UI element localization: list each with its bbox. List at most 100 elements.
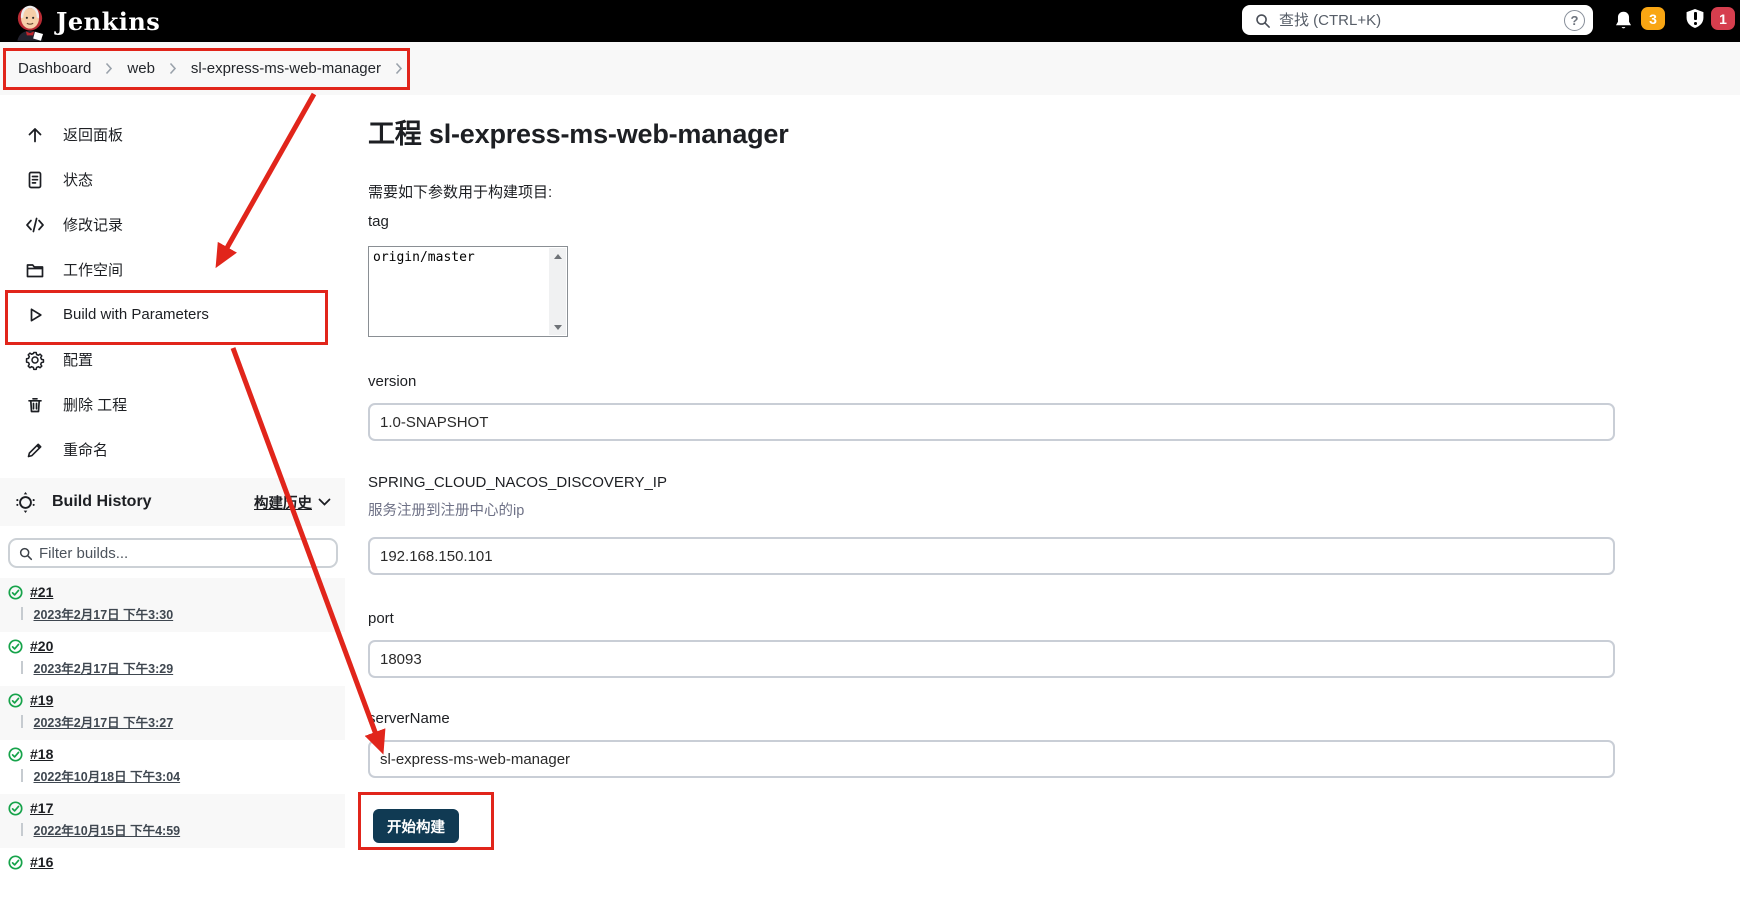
build-success-icon: [8, 746, 23, 762]
tree-connector: [21, 715, 23, 728]
sidebar-item-label: 重命名: [63, 442, 109, 459]
sidebar-item-label: 修改记录: [63, 217, 124, 234]
start-build-button[interactable]: 开始构建: [373, 809, 459, 843]
sidebar-item-label: 配置: [63, 352, 94, 369]
build-date-link[interactable]: 2023年2月17日 下午3:30: [34, 604, 174, 623]
build-success-icon: [8, 692, 23, 708]
breadcrumb-separator-icon: [169, 62, 177, 75]
security-count-badge[interactable]: 1: [1711, 7, 1735, 30]
build-date-link[interactable]: 2023年2月17日 下午3:27: [34, 712, 174, 731]
sidebar-item-label: 状态: [63, 172, 94, 189]
jenkins-butler-logo-icon: [12, 1, 48, 41]
breadcrumb: Dashboard web sl-express-ms-web-manager: [0, 42, 1740, 95]
build-filter: [8, 538, 338, 568]
build-history-link[interactable]: 构建历史: [254, 492, 331, 513]
search-icon: [1254, 12, 1271, 29]
sidebar-item-configure[interactable]: 配置: [0, 337, 345, 382]
version-input[interactable]: [368, 403, 1615, 441]
changes-icon: [24, 214, 46, 236]
sidebar-item-workspace[interactable]: 工作空间: [0, 247, 345, 292]
brand-wordmark: Jenkins: [56, 6, 161, 36]
breadcrumb-separator-icon: [105, 62, 113, 75]
breadcrumb-job[interactable]: sl-express-ms-web-manager: [191, 60, 381, 77]
build-date-link[interactable]: 2022年10月15日 下午4:59: [34, 820, 181, 839]
tag-listbox[interactable]: origin/master: [368, 246, 568, 337]
sidebar-item-changes[interactable]: 修改记录: [0, 202, 345, 247]
sidebar-item-delete-project[interactable]: 删除 工程: [0, 382, 345, 427]
tag-selected-value[interactable]: origin/master: [373, 250, 475, 265]
build-row: #18 2022年10月18日 下午3:04: [0, 740, 345, 794]
arrow-up-icon: [24, 124, 46, 146]
build-date-link[interactable]: 2023年2月17日 下午3:29: [34, 658, 174, 677]
global-search: ?: [1242, 5, 1593, 35]
search-input[interactable]: [1279, 11, 1564, 29]
sidebar-item-build-with-parameters[interactable]: Build with Parameters: [0, 292, 345, 337]
listbox-scrollbar[interactable]: [549, 248, 566, 335]
build-row: #16: [0, 848, 345, 902]
help-icon[interactable]: ?: [1564, 9, 1585, 31]
build-row: #21 2023年2月17日 下午3:30: [0, 578, 345, 632]
build-number-link[interactable]: #18: [30, 746, 53, 762]
trash-icon: [24, 394, 46, 416]
workspace-folder-icon: [24, 259, 46, 281]
build-history-list: #21 2023年2月17日 下午3:30 #20 2023年2月17日 下午3…: [0, 578, 345, 902]
build-filter-input[interactable]: [39, 544, 328, 562]
port-input[interactable]: [368, 640, 1615, 678]
breadcrumb-web[interactable]: web: [127, 60, 155, 77]
server-name-input[interactable]: [368, 740, 1615, 778]
build-number-link[interactable]: #20: [30, 638, 53, 654]
play-icon: [24, 304, 46, 326]
param-label-nacos-ip: SPRING_CLOUD_NACOS_DISCOVERY_IP: [368, 474, 667, 491]
build-number-link[interactable]: #16: [30, 854, 53, 870]
build-number-link[interactable]: #19: [30, 692, 53, 708]
topbar: Jenkins ? 3 1: [0, 0, 1740, 42]
exclamation-mark: [1694, 12, 1697, 20]
param-description-nacos-ip: 服务注册到注册中心的ip: [368, 503, 525, 519]
param-label-tag: tag: [368, 213, 389, 230]
build-success-icon: [8, 800, 23, 816]
sidebar-item-label: 返回面板: [63, 127, 124, 144]
sidebar-item-back-to-dashboard[interactable]: 返回面板: [0, 112, 345, 157]
param-label-port: port: [368, 610, 394, 627]
sidebar-item-status[interactable]: 状态: [0, 157, 345, 202]
gear-icon: [24, 349, 46, 371]
sidebar-item-label: 工作空间: [63, 262, 124, 279]
build-row: #17 2022年10月15日 下午4:59: [0, 794, 345, 848]
status-icon: [24, 169, 46, 191]
tree-connector: [21, 769, 23, 782]
sidebar: 返回面板 状态 修改记录 工作空间 Build with Parameters …: [0, 112, 345, 472]
build-history-trend-icon[interactable]: [14, 491, 37, 514]
build-history-header: Build History 构建历史: [0, 478, 345, 526]
build-history-title: Build History: [52, 493, 152, 510]
notification-count-badge[interactable]: 3: [1641, 7, 1665, 30]
page-title: 工程 sl-express-ms-web-manager: [368, 119, 789, 149]
sidebar-item-label: Build with Parameters: [63, 306, 209, 323]
build-number-link[interactable]: #17: [30, 800, 53, 816]
tree-connector: [21, 607, 23, 620]
parameters-intro-text: 需要如下参数用于构建项目:: [368, 184, 553, 201]
security-shield-icon[interactable]: [1685, 7, 1705, 31]
jenkins-home-link[interactable]: Jenkins: [12, 1, 160, 41]
scroll-down-icon[interactable]: [549, 319, 566, 335]
sidebar-item-label: 删除 工程: [63, 397, 128, 414]
build-success-icon: [8, 584, 23, 600]
param-label-version: version: [368, 373, 417, 390]
notification-bell-icon[interactable]: [1612, 8, 1635, 33]
breadcrumb-separator-icon: [395, 62, 403, 75]
tree-connector: [21, 823, 23, 836]
breadcrumb-dashboard[interactable]: Dashboard: [18, 60, 91, 77]
pencil-icon: [24, 439, 46, 461]
build-row: #19 2023年2月17日 下午3:27: [0, 686, 345, 740]
sidebar-item-rename[interactable]: 重命名: [0, 427, 345, 472]
param-label-server-name: serverName: [368, 710, 450, 727]
nacos-ip-input[interactable]: [368, 537, 1615, 575]
build-success-icon: [8, 854, 23, 870]
build-number-link[interactable]: #21: [30, 584, 53, 600]
tree-connector: [21, 661, 23, 674]
scroll-up-icon[interactable]: [549, 248, 566, 264]
build-success-icon: [8, 638, 23, 654]
build-date-link[interactable]: 2022年10月18日 下午3:04: [34, 766, 181, 785]
build-row: #20 2023年2月17日 下午3:29: [0, 632, 345, 686]
chevron-down-icon: [318, 498, 331, 507]
search-icon: [18, 546, 33, 561]
